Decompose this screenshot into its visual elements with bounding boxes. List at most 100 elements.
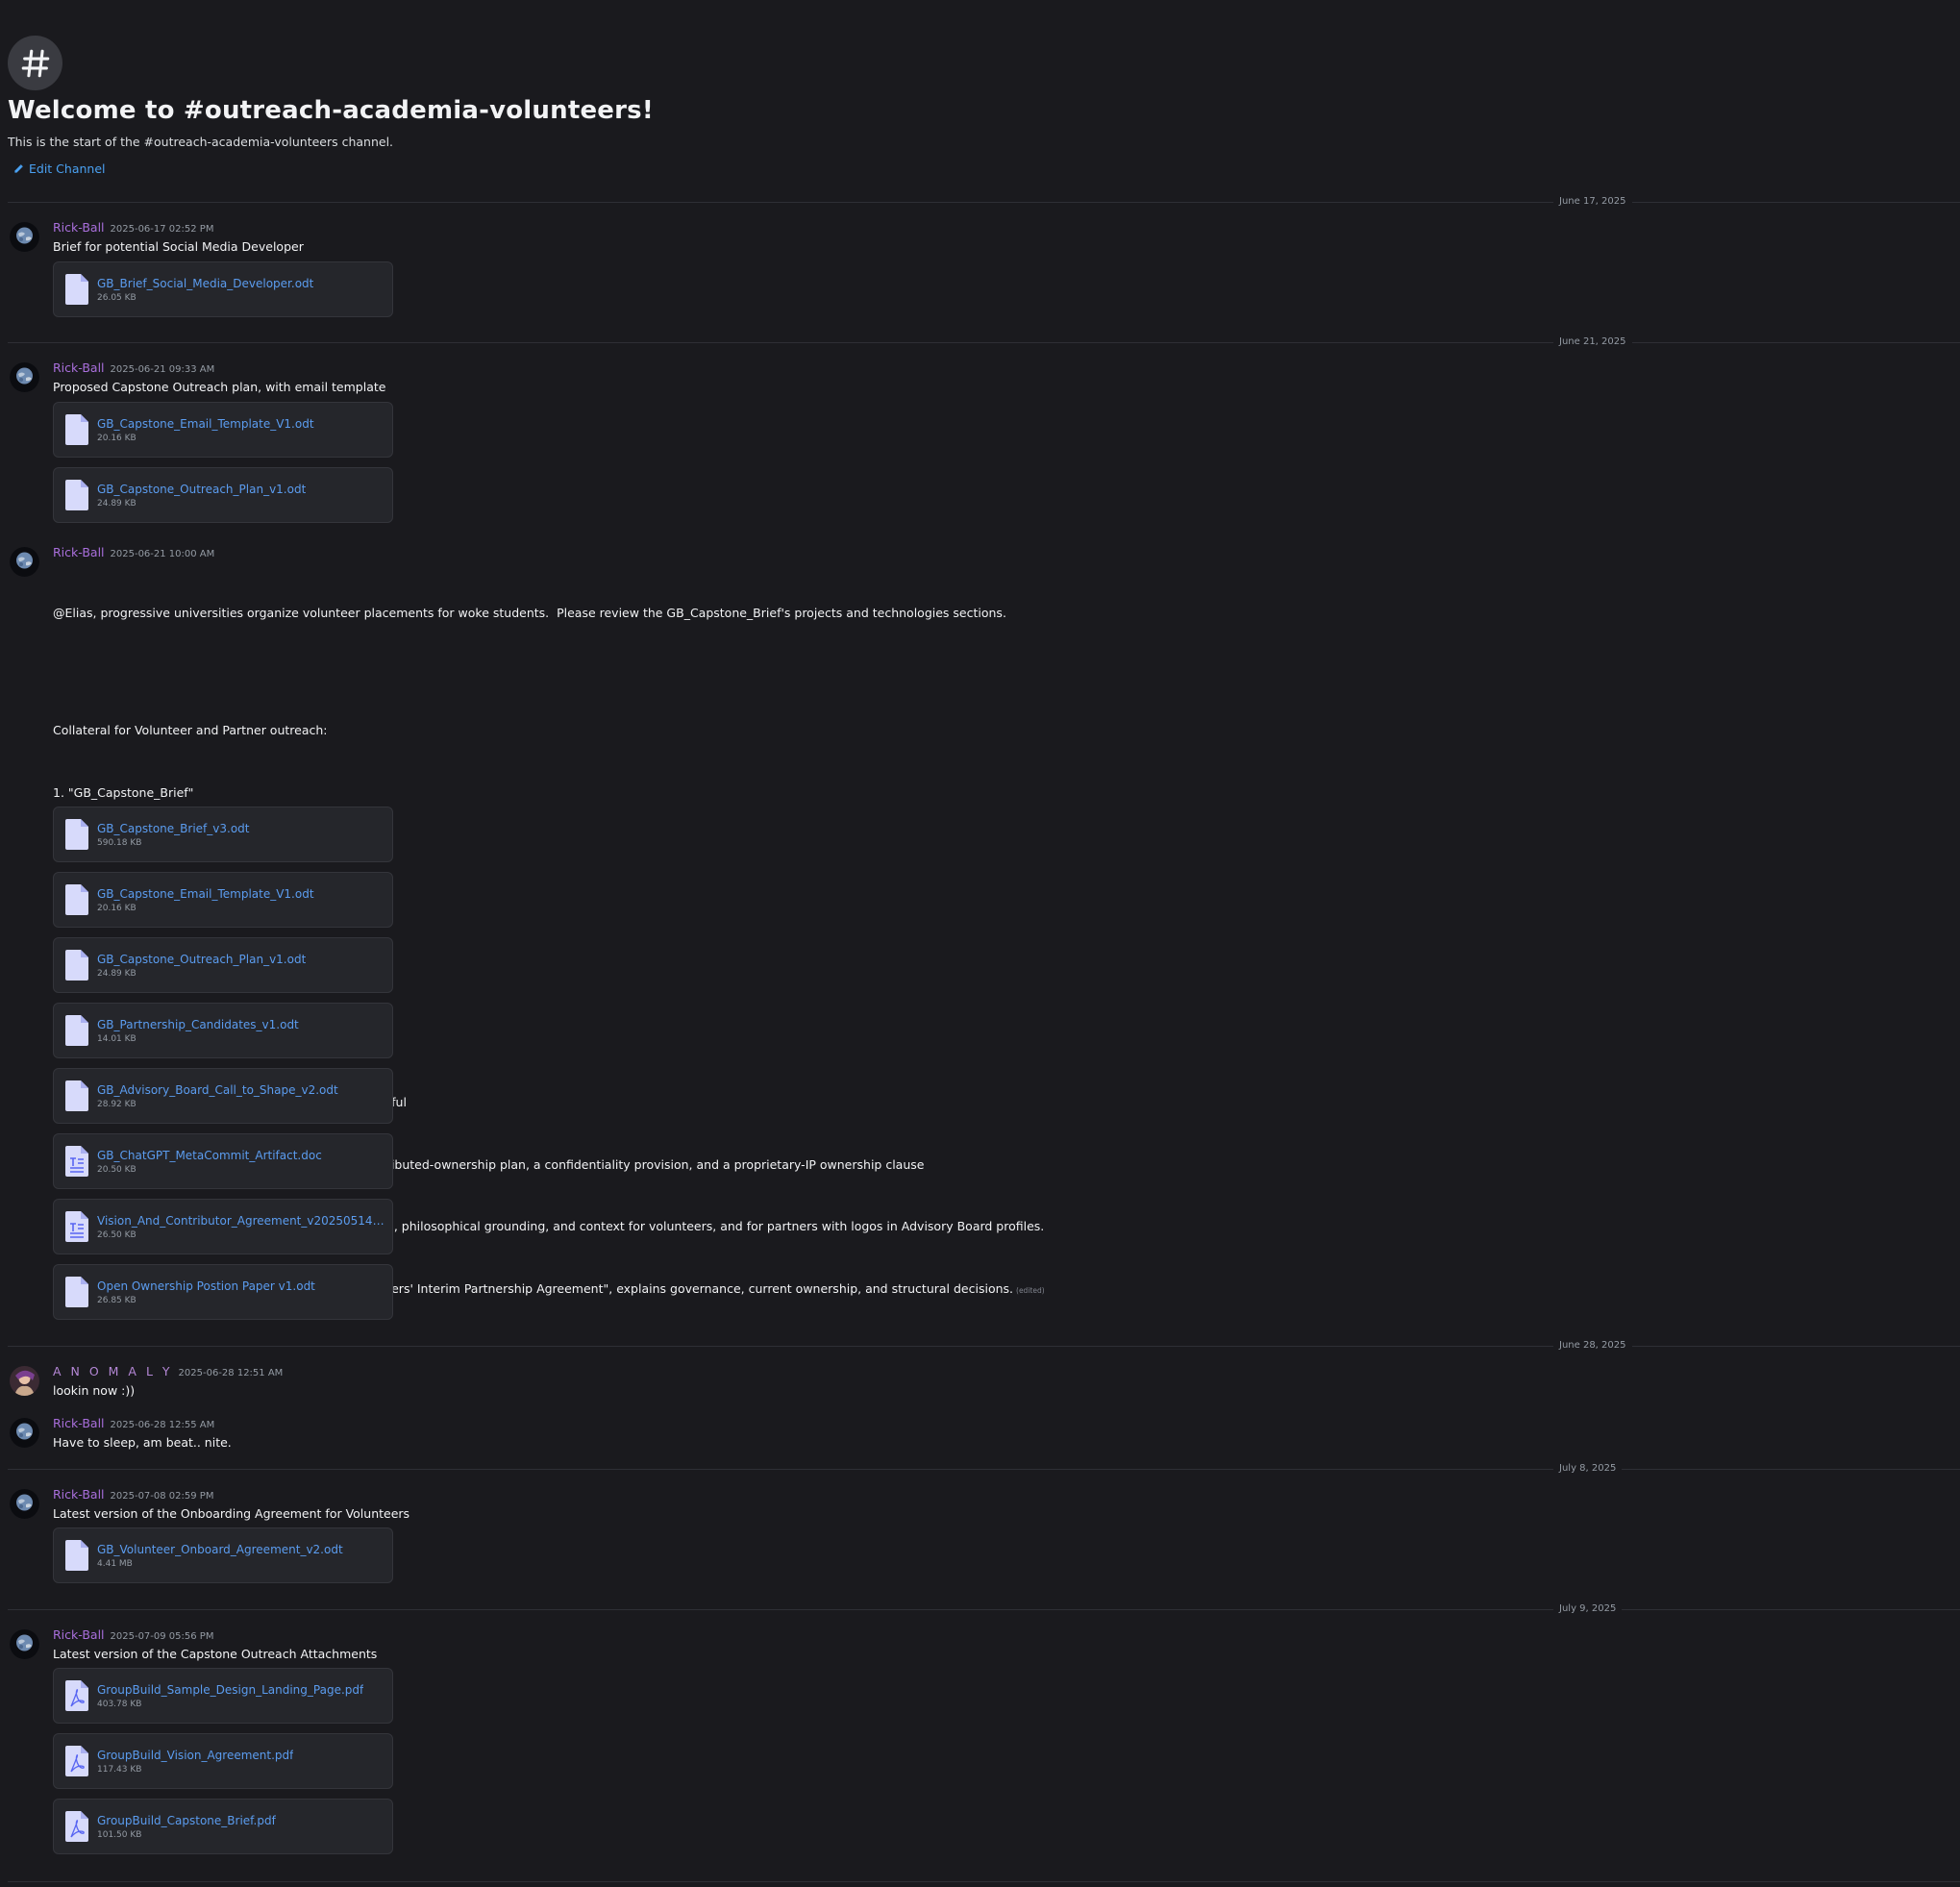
document-icon [65, 414, 88, 445]
file-attachment[interactable]: GroupBuild_Capstone_Brief.pdf 101.50 KB [53, 1799, 393, 1854]
pdf-icon [65, 1746, 88, 1776]
pdf-icon [65, 1680, 88, 1711]
attachment-filename-link[interactable]: GB_Partnership_Candidates_v1.odt [97, 1018, 299, 1031]
message-author[interactable]: Rick-Ball [53, 1487, 105, 1502]
file-attachment[interactable]: GB_ChatGPT_MetaCommit_Artifact.doc 20.50 … [53, 1133, 393, 1189]
attachment-filename-link[interactable]: GroupBuild_Sample_Design_Landing_Page.pd… [97, 1683, 363, 1697]
text-document-icon [65, 1146, 88, 1177]
avatar[interactable] [10, 1418, 39, 1448]
hash-icon [21, 49, 49, 77]
channel-view: Welcome to #outreach-academia-volunteers… [0, 0, 1960, 1887]
date-divider-label: June 17, 2025 [1553, 195, 1632, 209]
attachment-filename-link[interactable]: GB_Capstone_Outreach_Plan_v1.odt [97, 953, 306, 966]
date-divider: June 17, 2025 [8, 195, 1960, 209]
attachment-filesize: 20.16 KB [97, 434, 136, 443]
attachment-list: GB_Brief_Social_Media_Developer.odt 26.05… [53, 261, 393, 327]
date-divider: June 21, 2025 [8, 335, 1960, 349]
message-text: Latest version of the Capstone Outreach … [53, 1647, 378, 1661]
pencil-icon [14, 164, 23, 173]
attachment-list: GB_Volunteer_Onboard_Agreement_v2.odt 4.4… [53, 1527, 393, 1593]
file-attachment[interactable]: GB_Capstone_Outreach_Plan_v1.odt 24.89 KB [53, 467, 393, 523]
attachment-filesize: 24.89 KB [97, 499, 136, 509]
document-icon [65, 274, 88, 305]
message-author[interactable]: Rick-Ball [53, 360, 105, 375]
message-text: lookin now :)) [53, 1383, 136, 1398]
attachment-filename-link[interactable]: GB_Capstone_Outreach_Plan_v1.odt [97, 483, 306, 496]
attachment-filesize: 20.16 KB [97, 904, 136, 913]
attachment-list: GroupBuild_Sample_Design_Landing_Page.pd… [53, 1668, 393, 1864]
message-author[interactable]: Rick-Ball [53, 1627, 105, 1642]
attachment-filename-link[interactable]: GB_Capstone_Email_Template_V1.odt [97, 887, 314, 901]
file-attachment[interactable]: GB_Brief_Social_Media_Developer.odt 26.05… [53, 261, 393, 317]
attachment-filename-link[interactable]: GroupBuild_Capstone_Brief.pdf [97, 1814, 276, 1827]
attachment-filename-link[interactable]: Vision_And_Contributor_Agreement_v202505… [97, 1214, 385, 1228]
attachment-filesize: 403.78 KB [97, 1700, 142, 1709]
message-author[interactable]: Rick-Ball [53, 545, 105, 559]
date-divider: July 9, 2025 [8, 1602, 1960, 1616]
avatar[interactable] [10, 362, 39, 392]
message-text: Latest version of the Onboarding Agreeme… [53, 1506, 410, 1521]
date-divider: July 8, 2025 [8, 1462, 1960, 1476]
file-attachment[interactable]: Open Ownership Postion Paper v1.odt 26.85… [53, 1264, 393, 1320]
attachment-filename-link[interactable]: GB_Brief_Social_Media_Developer.odt [97, 277, 313, 290]
file-attachment[interactable]: GB_Capstone_Email_Template_V1.odt 20.16 K… [53, 402, 393, 458]
file-attachment[interactable]: GB_Partnership_Candidates_v1.odt 14.01 KB [53, 1003, 393, 1058]
avatar[interactable] [10, 1489, 39, 1519]
file-attachment[interactable]: GroupBuild_Sample_Design_Landing_Page.pd… [53, 1668, 393, 1724]
message-text: Proposed Capstone Outreach plan, with em… [53, 380, 386, 394]
message-line: @Elias, progressive universities organiz… [53, 606, 1006, 620]
avatar[interactable] [10, 1366, 39, 1396]
message-author[interactable]: A N O M A L Y [53, 1364, 173, 1378]
edit-channel-label: Edit Channel [29, 161, 106, 176]
date-divider-label: July 8, 2025 [1553, 1462, 1623, 1476]
attachment-filesize: 117.43 KB [97, 1765, 142, 1775]
attachment-filesize: 26.05 KB [97, 293, 136, 303]
message-author[interactable]: Rick-Ball [53, 1416, 105, 1430]
message-author[interactable]: Rick-Ball [53, 220, 105, 235]
attachment-filename-link[interactable]: GB_ChatGPT_MetaCommit_Artifact.doc [97, 1149, 322, 1162]
attachment-filesize: 26.85 KB [97, 1296, 136, 1305]
avatar[interactable] [10, 547, 39, 577]
message-timestamp: 2025-06-28 12:51 AM [178, 1368, 284, 1378]
bottom-divider [8, 1881, 1960, 1882]
file-attachment[interactable]: GB_Advisory_Board_Call_to_Shape_v2.odt 28… [53, 1068, 393, 1124]
message-timestamp: 2025-06-28 12:55 AM [110, 1420, 215, 1430]
date-divider-label: June 21, 2025 [1553, 335, 1632, 349]
document-icon [65, 1277, 88, 1307]
file-attachment[interactable]: Vision_And_Contributor_Agreement_v202505… [53, 1199, 393, 1254]
document-icon [65, 1080, 88, 1111]
file-attachment[interactable]: GB_Volunteer_Onboard_Agreement_v2.odt 4.4… [53, 1527, 393, 1583]
attachment-filename-link[interactable]: GB_Capstone_Email_Template_V1.odt [97, 417, 314, 431]
avatar[interactable] [10, 1629, 39, 1659]
document-icon [65, 480, 88, 510]
message-timestamp: 2025-07-09 05:56 PM [110, 1631, 214, 1642]
message-line: Collateral for Volunteer and Partner out… [53, 723, 328, 737]
date-divider-label: June 28, 2025 [1553, 1339, 1632, 1353]
attachment-filesize: 26.50 KB [97, 1230, 136, 1240]
attachment-filename-link[interactable]: GB_Capstone_Brief_v3.odt [97, 822, 250, 835]
file-attachment[interactable]: GroupBuild_Vision_Agreement.pdf 117.43 KB [53, 1733, 393, 1789]
pdf-icon [65, 1811, 88, 1842]
attachment-filename-link[interactable]: GroupBuild_Vision_Agreement.pdf [97, 1749, 293, 1762]
document-icon [65, 1540, 88, 1571]
message-text: Brief for potential Social Media Develop… [53, 239, 304, 254]
edit-channel-button[interactable]: Edit Channel [13, 161, 106, 176]
document-icon [65, 884, 88, 915]
attachment-filesize: 20.50 KB [97, 1165, 136, 1175]
attachment-filesize: 4.41 MB [97, 1559, 133, 1569]
attachment-filesize: 14.01 KB [97, 1034, 136, 1044]
avatar[interactable] [10, 222, 39, 252]
message-timestamp: 2025-07-08 02:59 PM [110, 1491, 214, 1502]
attachment-filename-link[interactable]: Open Ownership Postion Paper v1.odt [97, 1279, 315, 1293]
message-text: Have to sleep, am beat.. nite. [53, 1435, 232, 1450]
file-attachment[interactable]: GB_Capstone_Brief_v3.odt 590.18 KB [53, 807, 393, 862]
attachment-filename-link[interactable]: GB_Advisory_Board_Call_to_Shape_v2.odt [97, 1083, 338, 1097]
message-timestamp: 2025-06-17 02:52 PM [110, 224, 214, 235]
message-line [53, 665, 1045, 680]
text-document-icon [65, 1211, 88, 1242]
attachment-filename-link[interactable]: GB_Volunteer_Onboard_Agreement_v2.odt [97, 1543, 343, 1556]
document-icon [65, 819, 88, 850]
file-attachment[interactable]: GB_Capstone_Outreach_Plan_v1.odt 24.89 KB [53, 937, 393, 993]
file-attachment[interactable]: GB_Capstone_Email_Template_V1.odt 20.16 K… [53, 872, 393, 928]
attachment-list: GB_Capstone_Brief_v3.odt 590.18 KB GB_Caps… [53, 807, 393, 1329]
